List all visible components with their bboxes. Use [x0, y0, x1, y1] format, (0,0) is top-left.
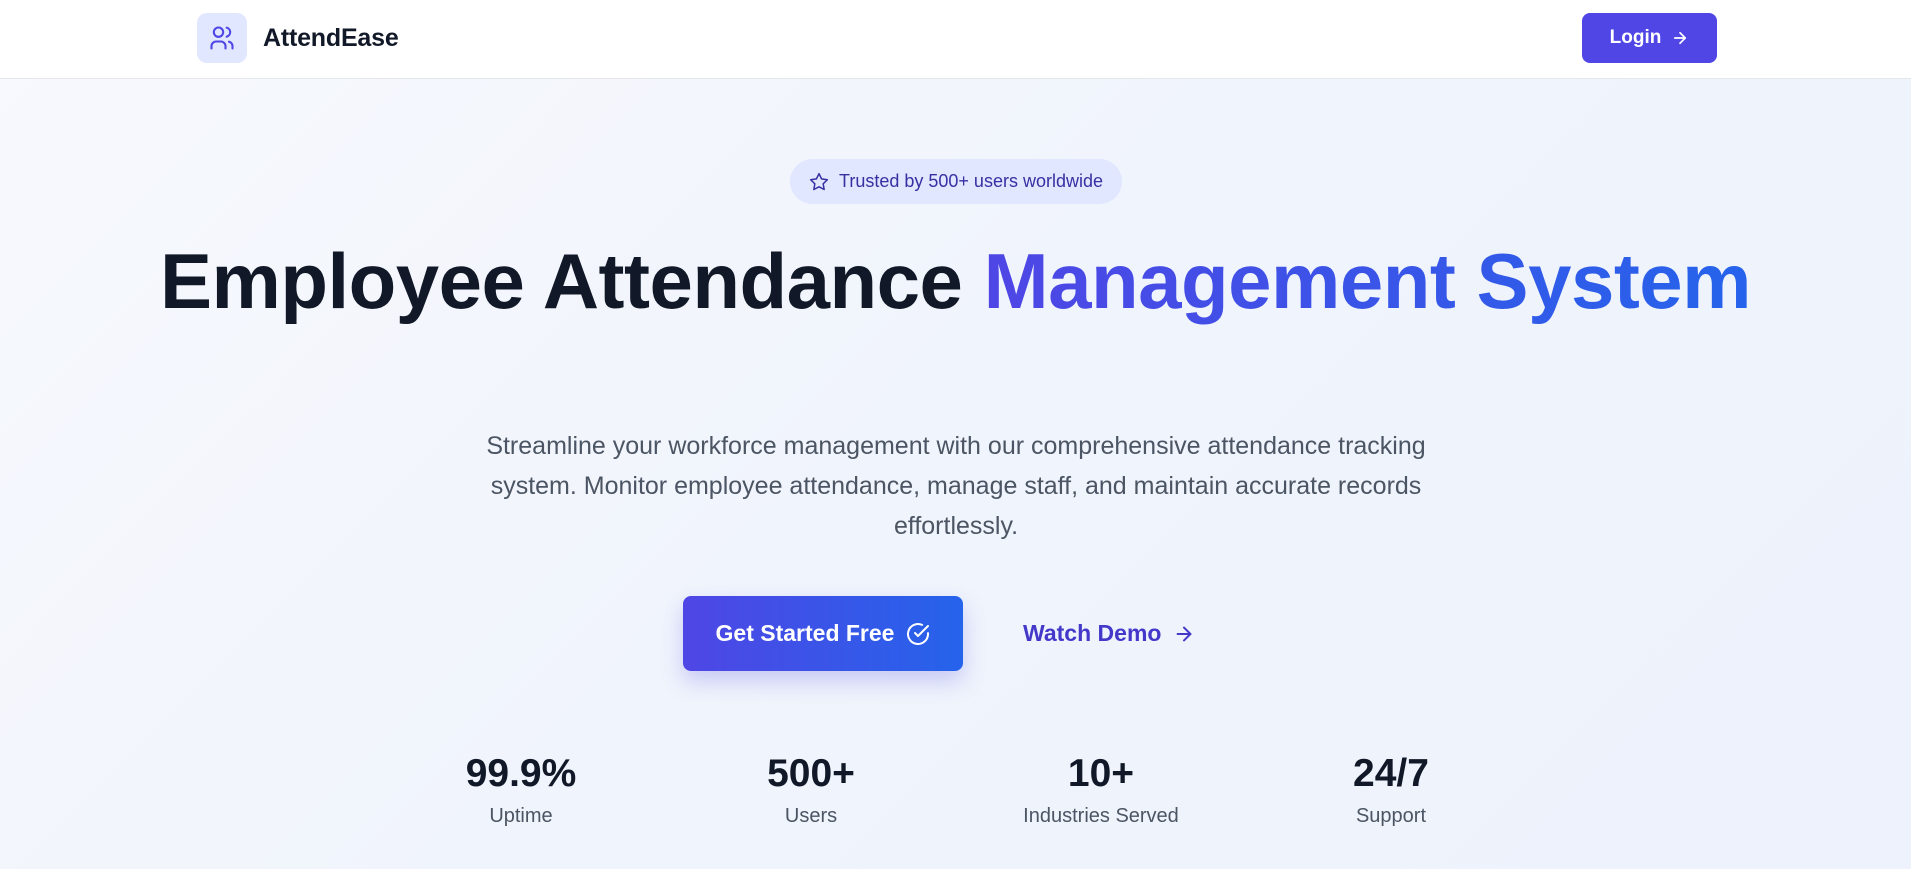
top-navbar: AttendEase Login [0, 0, 1911, 79]
trust-badge: Trusted by 500+ users worldwide [790, 159, 1122, 204]
get-started-label: Get Started Free [715, 620, 895, 646]
login-button[interactable]: Login [1582, 13, 1717, 63]
stat-users: 500+ Users [666, 750, 956, 840]
brand-name: AttendEase [263, 23, 399, 52]
stats-row: 99.9% Uptime 500+ Users 10+ Industries S… [376, 750, 1536, 840]
arrow-right-icon [1671, 29, 1689, 47]
hero-subtitle: Streamline your workforce management wit… [486, 432, 1426, 540]
stat-label: Support [1355, 805, 1427, 827]
stat-label: Users [784, 805, 838, 827]
stat-value: 99.9% [465, 752, 577, 795]
hero-title-main: Employee Attendance [159, 237, 984, 325]
trust-badge-text: Trusted by 500+ users worldwide [839, 171, 1103, 191]
watch-demo-label: Watch Demo [1023, 620, 1162, 646]
check-circle-icon [906, 622, 930, 646]
stat-industries: 10+ Industries Served [956, 750, 1246, 840]
brand[interactable]: AttendEase [197, 13, 399, 63]
get-started-button[interactable]: Get Started Free [683, 596, 963, 671]
stat-support: 24/7 Support [1246, 750, 1536, 840]
arrow-right-icon [1173, 623, 1195, 645]
stat-uptime: 99.9% Uptime [376, 750, 666, 840]
stat-value: 10+ [1067, 752, 1135, 795]
watch-demo-button[interactable]: Watch Demo [1010, 596, 1208, 671]
star-icon [809, 172, 829, 192]
stat-label: Industries Served [1023, 805, 1179, 827]
hero-title-accent: Management System [983, 237, 1752, 325]
login-button-label: Login [1609, 27, 1662, 48]
stat-label: Uptime [489, 805, 553, 827]
hero-title: Employee Attendance Management System [0, 242, 1911, 320]
stat-value: 500+ [767, 752, 855, 795]
stat-value: 24/7 [1353, 752, 1429, 795]
users-icon [197, 13, 247, 63]
